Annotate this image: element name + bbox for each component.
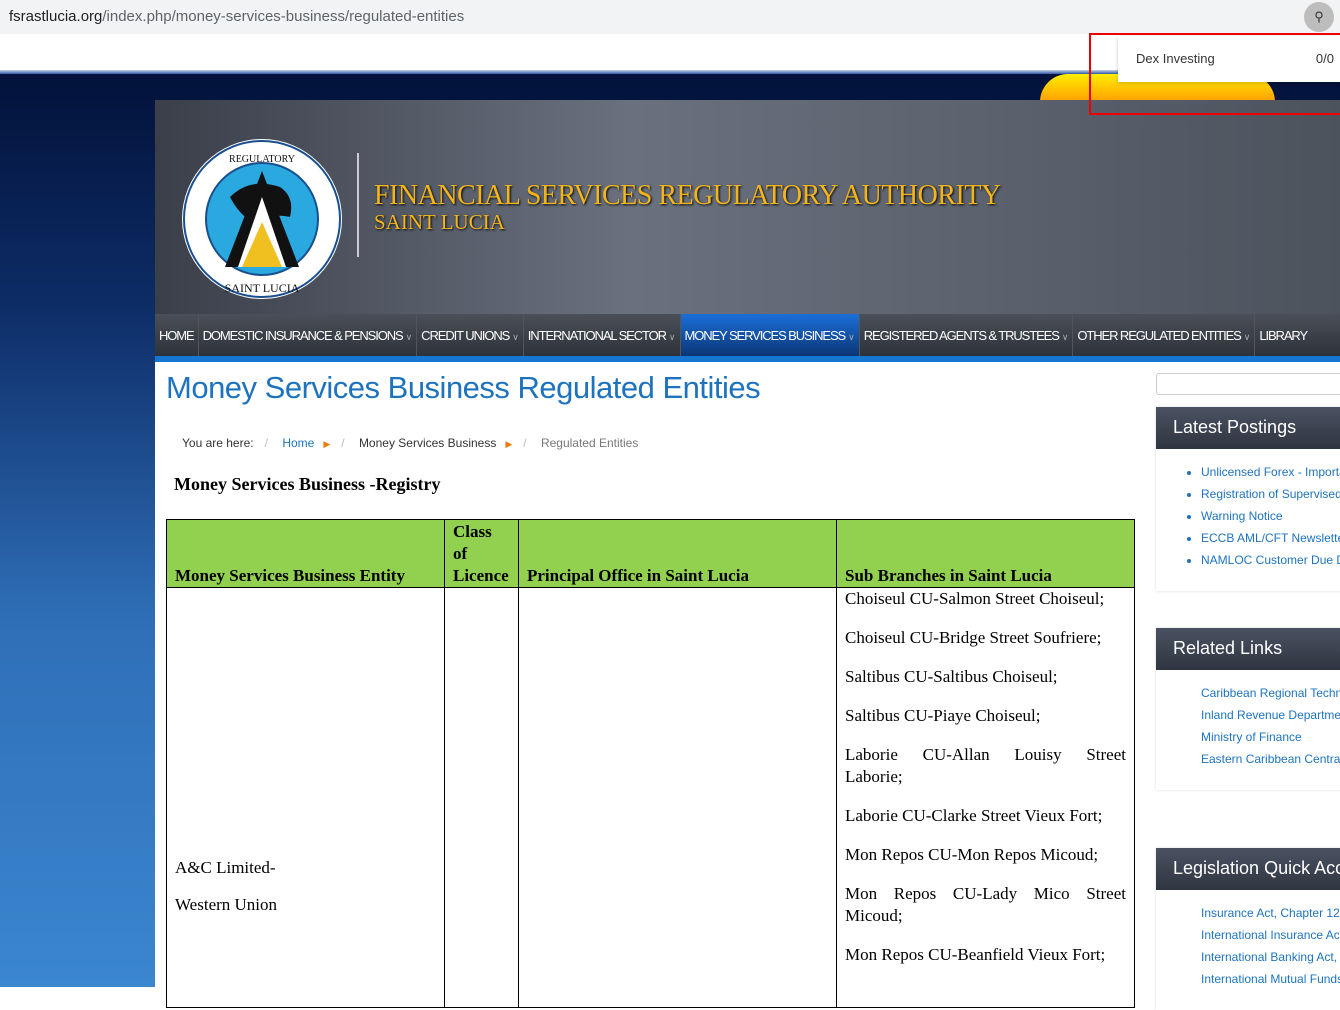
site-header: REGULATORY SAINT LUCIA FINANCIAL SERVICE…	[155, 100, 1340, 314]
col-entity: Money Services Business Entity	[166, 519, 445, 588]
related-link[interactable]: Inland Revenue Department	[1201, 704, 1340, 726]
chevron-down-icon: ∨	[668, 332, 676, 342]
svg-text:SAINT LUCIA: SAINT LUCIA	[225, 281, 300, 295]
latest-postings-title: Latest Postings	[1156, 407, 1340, 449]
breadcrumb-current: Regulated Entities	[540, 436, 639, 450]
main-nav: HOME DOMESTIC INSURANCE & PENSIONS ∨ CRED…	[155, 314, 1340, 356]
search-input[interactable]	[1156, 373, 1340, 395]
nav-library[interactable]: LIBRARY	[1255, 314, 1311, 356]
header-divider	[357, 153, 359, 257]
posting-link[interactable]: NAMLOC Customer Due Diligence	[1201, 549, 1340, 571]
legislation-link[interactable]: International Banking Act,	[1201, 946, 1340, 968]
table-row: A&C Limited- Western Union Choiseul CU-Sa…	[166, 587, 1135, 1008]
page-title: Money Services Business Regulated Entiti…	[166, 370, 761, 405]
table-header: Money Services Business Entity Class of …	[166, 519, 1135, 588]
search-icon[interactable]: ⚲	[1304, 2, 1334, 32]
arrow-icon: ▶	[323, 439, 331, 449]
related-link[interactable]: Eastern Caribbean Central Bank	[1201, 748, 1340, 770]
latest-postings: Latest Postings Unlicensed Forex - Impor…	[1156, 407, 1340, 591]
posting-link[interactable]: ECCB AML/CFT Newsletter	[1201, 527, 1340, 549]
entities-table: Money Services Business Entity Class of …	[166, 519, 1135, 1008]
col-class: Class of Licence	[444, 519, 519, 588]
chevron-down-icon: ∨	[1061, 332, 1069, 342]
registry-heading: Money Services Business -Registry	[174, 474, 441, 494]
nav-strip	[155, 356, 1340, 362]
chevron-down-icon: ∨	[848, 332, 855, 342]
breadcrumb-prefix: You are here:	[182, 436, 254, 450]
url-path: /index.php/money-services-business/regul…	[102, 8, 465, 25]
url-host: fsrastlucia.org	[9, 8, 103, 25]
related-link[interactable]: Ministry of Finance	[1201, 726, 1340, 748]
address-bar[interactable]: fsrastlucia.org/index.php/money-services…	[0, 0, 1340, 34]
site-subtitle: SAINT LUCIA	[374, 210, 505, 234]
legislation-link[interactable]: Insurance Act, Chapter 12	[1201, 902, 1340, 924]
nav-other-entities[interactable]: OTHER REGULATED ENTITIES ∨	[1073, 314, 1256, 356]
nav-money-services[interactable]: MONEY SERVICES BUSINESS ∨	[680, 314, 860, 356]
posting-link[interactable]: Unlicensed Forex - Important	[1201, 461, 1340, 483]
chevron-down-icon: ∨	[405, 332, 413, 342]
nav-registered-agents[interactable]: REGISTERED AGENTS & TRUSTEES ∨	[860, 314, 1074, 356]
class-cell	[444, 587, 519, 1008]
entity-cell: A&C Limited- Western Union	[166, 587, 445, 1008]
branches-cell: Choiseul CU-Salmon Street Choiseul; Chois…	[836, 587, 1135, 1008]
col-branches: Sub Branches in Saint Lucia	[836, 519, 1135, 588]
posting-link[interactable]: Registration of Supervised	[1201, 483, 1340, 505]
main-panel: REGULATORY SAINT LUCIA FINANCIAL SERVICE…	[155, 100, 1340, 1010]
legislation-quick-access: Legislation Quick Access Insurance Act, …	[1156, 848, 1340, 1010]
related-links-title: Related Links	[1156, 628, 1340, 670]
breadcrumb-msb[interactable]: Money Services Business	[359, 436, 496, 450]
col-office: Principal Office in Saint Lucia	[518, 519, 837, 588]
posting-link[interactable]: Warning Notice	[1201, 505, 1340, 527]
chevron-down-icon: ∨	[512, 332, 519, 342]
office-cell	[518, 587, 837, 1008]
breadcrumb: You are here: / Home ▶ / Money Services Bus…	[182, 436, 639, 450]
related-links: Related Links Caribbean Regional Technic…	[1156, 628, 1340, 790]
legislation-link[interactable]: International Insurance Act	[1201, 924, 1340, 946]
site-title: FINANCIAL SERVICES REGULATORY AUTHORITY	[374, 180, 1001, 211]
nav-home[interactable]: HOME	[155, 314, 199, 356]
nav-domestic-insurance[interactable]: DOMESTIC INSURANCE & PENSIONS ∨	[199, 314, 418, 356]
arrow-icon: ▶	[505, 439, 513, 449]
nav-international-sector[interactable]: INTERNATIONAL SECTOR ∨	[524, 314, 681, 356]
fsra-logo: REGULATORY SAINT LUCIA	[182, 139, 342, 299]
svg-text:REGULATORY: REGULATORY	[229, 154, 295, 165]
breadcrumb-home[interactable]: Home	[282, 436, 314, 450]
highlight-box	[1089, 33, 1340, 115]
nav-credit-unions[interactable]: CREDIT UNIONS ∨	[417, 314, 524, 356]
related-link[interactable]: Caribbean Regional Technical Assistance …	[1201, 682, 1340, 704]
legislation-title: Legislation Quick Access	[1156, 848, 1340, 890]
chevron-down-icon: ∨	[1243, 332, 1251, 342]
